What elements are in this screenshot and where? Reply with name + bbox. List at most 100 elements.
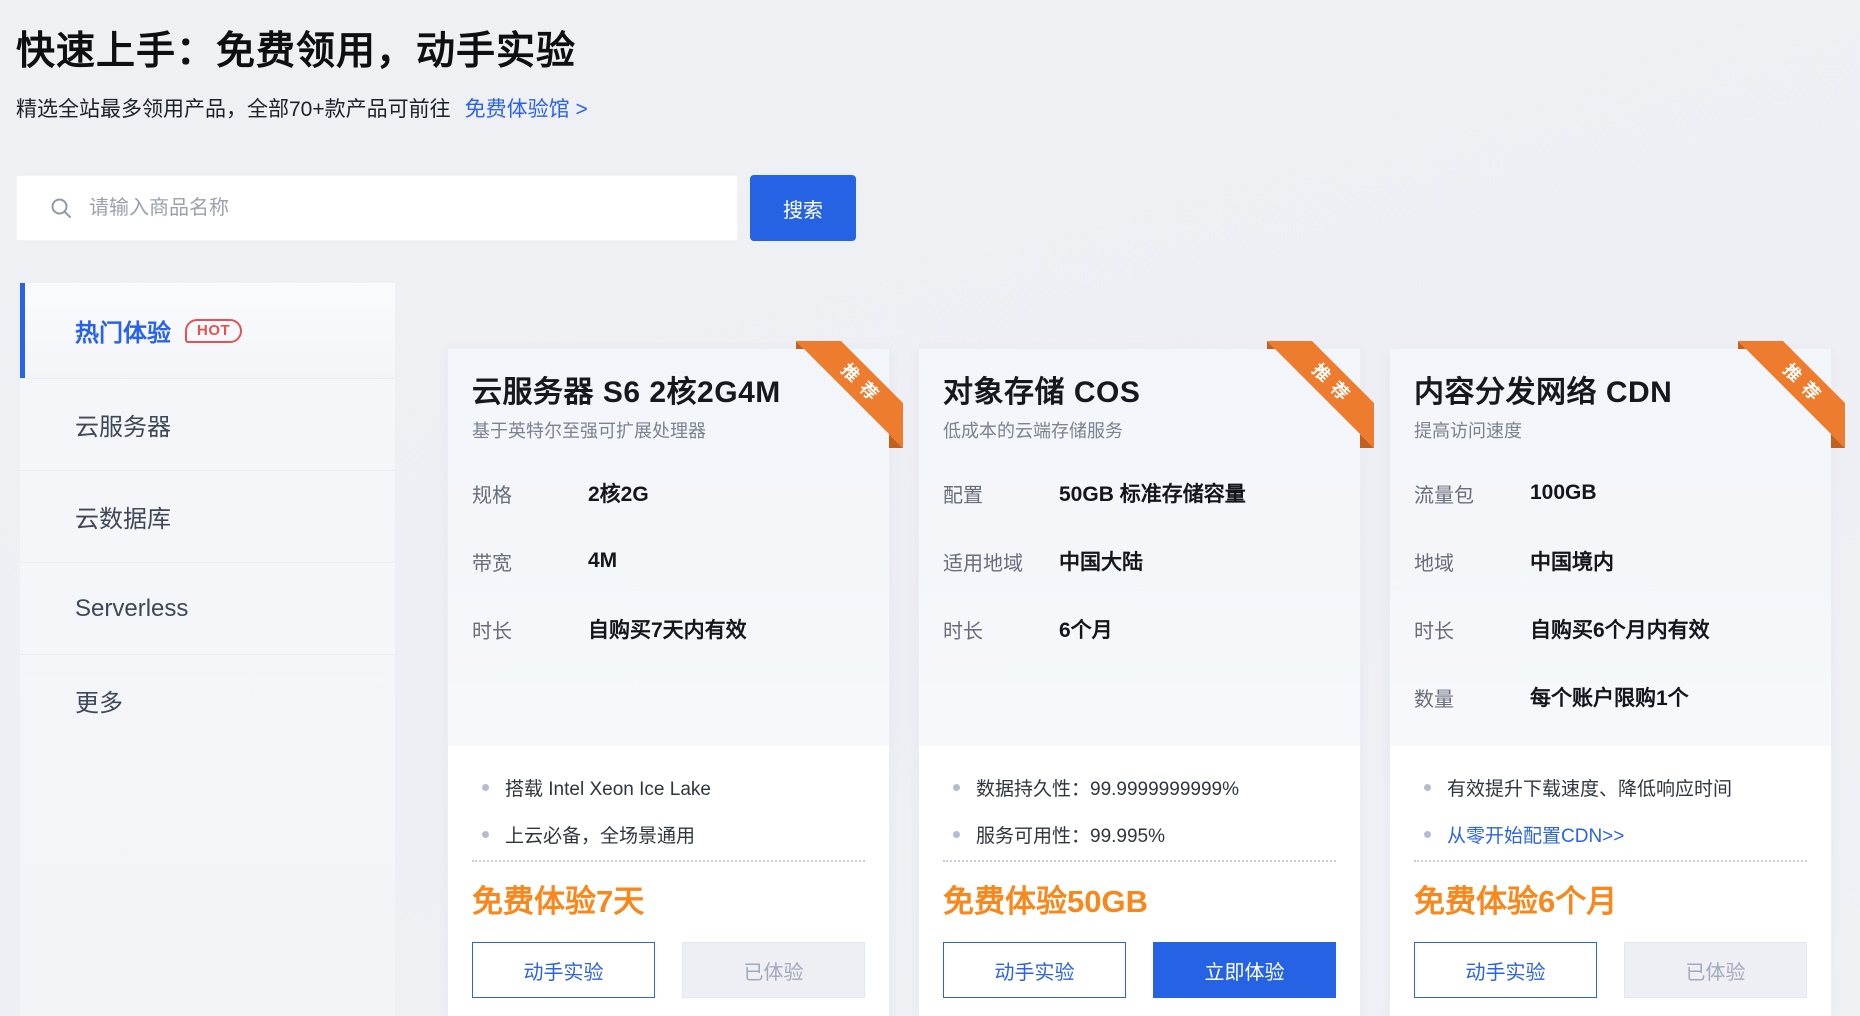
product-card-cvm: 云服务器 S6 2核2G4M 基于英特尔至强可扩展处理器 规格 2核2G 带宽 … — [447, 348, 890, 1016]
page-subtitle-text: 精选全站最多领用产品，全部70+款产品可前往 — [16, 98, 451, 121]
spec-row: 时长 6个月 — [943, 609, 1336, 649]
dotted-divider — [1414, 860, 1807, 862]
spec-row: 流量包 100GB — [1414, 473, 1807, 513]
card-header-area: 对象存储 COS 低成本的云端存储服务 配置 50GB 标准存储容量 适用地域 … — [919, 349, 1360, 746]
bullet-text: 上云必备，全场景通用 — [505, 821, 695, 848]
product-card-cos: 对象存储 COS 低成本的云端存储服务 配置 50GB 标准存储容量 适用地域 … — [918, 348, 1361, 1016]
hot-badge: HOT — [185, 319, 242, 343]
sidebar-item-label: 云服务器 — [75, 407, 171, 442]
offer-text: 免费体验6个月 — [1414, 880, 1807, 924]
bullet-item: 服务可用性：99.995% — [943, 811, 1336, 858]
dotted-divider — [943, 860, 1336, 862]
dotted-divider — [472, 860, 865, 862]
card-footer-area: 有效提升下载速度、降低响应时间 从零开始配置CDN>> 免费体验6个月 动手实验… — [1390, 746, 1831, 998]
bullet-dot-icon — [953, 784, 960, 791]
spec-row: 时长 自购买7天内有效 — [472, 609, 865, 649]
search-icon — [49, 196, 73, 220]
card-subtitle: 低成本的云端存储服务 — [943, 419, 1336, 443]
search-button[interactable]: 搜索 — [750, 175, 856, 241]
product-card-cdn: 内容分发网络 CDN 提高访问速度 流量包 100GB 地域 中国境内 时长 自… — [1389, 348, 1832, 1016]
sidebar-item-label: 云数据库 — [75, 499, 171, 534]
experienced-button: 已体验 — [682, 942, 865, 998]
spec-value: 中国大陆 — [1059, 546, 1143, 576]
offer-text: 免费体验7天 — [472, 880, 865, 924]
bullet-item: 有效提升下载速度、降低响应时间 — [1414, 764, 1807, 811]
spec-label: 适用地域 — [943, 547, 1059, 576]
button-row: 动手实验 已体验 — [1414, 942, 1807, 998]
sidebar-item-more[interactable]: 更多 — [20, 654, 395, 746]
spec-list: 配置 50GB 标准存储容量 适用地域 中国大陆 时长 6个月 — [943, 473, 1336, 761]
bullet-item: 搭载 Intel Xeon Ice Lake — [472, 764, 865, 811]
bullet-dot-icon — [482, 831, 489, 838]
product-card-list: 云服务器 S6 2核2G4M 基于英特尔至强可扩展处理器 规格 2核2G 带宽 … — [447, 348, 1832, 1016]
spec-label: 规格 — [472, 479, 588, 508]
bullet-list: 有效提升下载速度、降低响应时间 从零开始配置CDN>> — [1414, 764, 1807, 858]
card-header-area: 云服务器 S6 2核2G4M 基于英特尔至强可扩展处理器 规格 2核2G 带宽 … — [448, 349, 889, 746]
bullet-dot-icon — [1424, 784, 1431, 791]
bullet-dot-icon — [1424, 831, 1431, 838]
spec-row: 时长 自购买6个月内有效 — [1414, 609, 1807, 649]
spec-value: 中国境内 — [1530, 546, 1614, 576]
card-title: 内容分发网络 CDN — [1414, 375, 1807, 411]
spec-value: 50GB 标准存储容量 — [1059, 478, 1246, 508]
card-header-area: 内容分发网络 CDN 提高访问速度 流量包 100GB 地域 中国境内 时长 自… — [1390, 349, 1831, 746]
spec-value: 4M — [588, 549, 617, 573]
sidebar-item-hot-experience[interactable]: 热门体验 HOT — [20, 283, 395, 378]
search-box — [16, 175, 738, 241]
spec-row: 数量 每个账户限购1个 — [1414, 677, 1807, 717]
spec-value: 每个账户限购1个 — [1530, 682, 1689, 712]
hands-on-lab-button[interactable]: 动手实验 — [472, 942, 655, 998]
card-title: 对象存储 COS — [943, 375, 1336, 411]
spec-label: 配置 — [943, 479, 1059, 508]
bullet-item: 从零开始配置CDN>> — [1414, 811, 1807, 858]
spec-label: 时长 — [1414, 615, 1530, 644]
hands-on-lab-button[interactable]: 动手实验 — [1414, 942, 1597, 998]
bullet-dot-icon — [482, 784, 489, 791]
sidebar-item-label: 更多 — [75, 683, 123, 718]
offer-text: 免费体验50GB — [943, 880, 1336, 924]
sidebar-item-cloud-server[interactable]: 云服务器 — [20, 378, 395, 470]
button-row: 动手实验 已体验 — [472, 942, 865, 998]
sidebar-item-serverless[interactable]: Serverless — [20, 562, 395, 654]
bullet-list: 数据持久性：99.9999999999% 服务可用性：99.995% — [943, 764, 1336, 858]
experienced-button: 已体验 — [1624, 942, 1807, 998]
card-subtitle: 基于英特尔至强可扩展处理器 — [472, 419, 865, 443]
spec-list: 流量包 100GB 地域 中国境内 时长 自购买6个月内有效 数量 每个账户限购… — [1414, 473, 1807, 761]
bullet-text: 有效提升下载速度、降低响应时间 — [1447, 774, 1732, 801]
sidebar: 热门体验 HOT 云服务器 云数据库 Serverless 更多 — [20, 283, 395, 1016]
sidebar-item-label: 热门体验 — [75, 313, 171, 348]
spec-label: 流量包 — [1414, 479, 1530, 508]
spec-row: 规格 2核2G — [472, 473, 865, 513]
cdn-guide-link[interactable]: 从零开始配置CDN>> — [1447, 821, 1624, 848]
spec-value: 100GB — [1530, 481, 1597, 505]
bullet-text: 数据持久性：99.9999999999% — [976, 774, 1239, 801]
spec-label: 带宽 — [472, 547, 588, 576]
card-title: 云服务器 S6 2核2G4M — [472, 375, 865, 411]
spec-label: 地域 — [1414, 547, 1530, 576]
spec-value: 自购买6个月内有效 — [1530, 614, 1710, 644]
page-subtitle: 精选全站最多领用产品，全部70+款产品可前往免费体验馆 > — [16, 93, 588, 123]
bullet-text: 搭载 Intel Xeon Ice Lake — [505, 774, 711, 801]
bullet-item: 上云必备，全场景通用 — [472, 811, 865, 858]
spec-row: 地域 中国境内 — [1414, 541, 1807, 581]
bullet-dot-icon — [953, 831, 960, 838]
spec-row: 配置 50GB 标准存储容量 — [943, 473, 1336, 513]
search-input[interactable] — [89, 197, 709, 220]
spec-list: 规格 2核2G 带宽 4M 时长 自购买7天内有效 — [472, 473, 865, 761]
sidebar-item-cloud-database[interactable]: 云数据库 — [20, 470, 395, 562]
spec-label: 时长 — [943, 615, 1059, 644]
bullet-item: 数据持久性：99.9999999999% — [943, 764, 1336, 811]
hands-on-lab-button[interactable]: 动手实验 — [943, 942, 1126, 998]
button-row: 动手实验 立即体验 — [943, 942, 1336, 998]
spec-value: 2核2G — [588, 478, 649, 508]
sidebar-item-label: Serverless — [75, 595, 188, 623]
try-now-button[interactable]: 立即体验 — [1153, 942, 1336, 998]
card-footer-area: 搭载 Intel Xeon Ice Lake 上云必备，全场景通用 免费体验7天… — [448, 746, 889, 998]
spec-row: 带宽 4M — [472, 541, 865, 581]
free-gallery-link[interactable]: 免费体验馆 > — [465, 98, 588, 121]
spec-value: 6个月 — [1059, 614, 1113, 644]
card-subtitle: 提高访问速度 — [1414, 419, 1807, 443]
bullet-list: 搭载 Intel Xeon Ice Lake 上云必备，全场景通用 — [472, 764, 865, 858]
page-title: 快速上手：免费领用，动手实验 — [16, 20, 576, 76]
spec-row: 适用地域 中国大陆 — [943, 541, 1336, 581]
